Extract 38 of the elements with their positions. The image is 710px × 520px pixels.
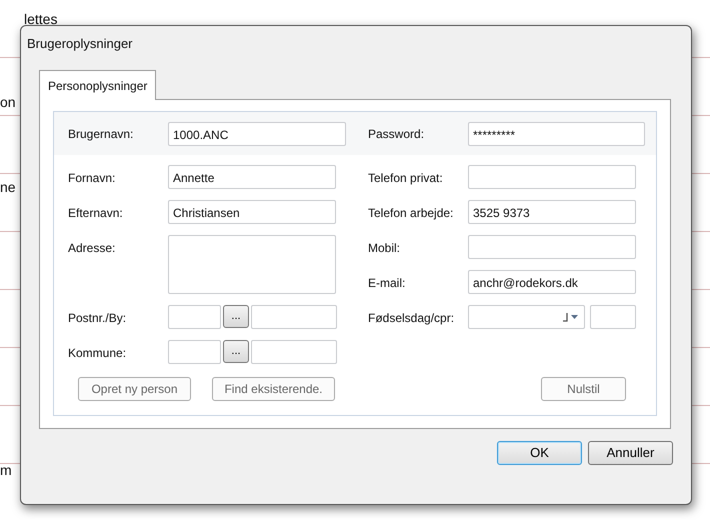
date-picker[interactable] [468,305,585,329]
field-label: Adresse: [68,240,116,257]
cpr-field[interactable] [590,305,636,329]
background-text: on [0,93,16,112]
text-field[interactable] [468,235,636,259]
field-label: Telefon privat: [368,170,444,187]
code-field[interactable] [168,340,221,364]
background-text: ne [0,178,16,197]
text-field[interactable] [468,165,636,189]
field-label: Mobil: [368,240,402,257]
tab[interactable]: Personoplysninger [39,70,156,100]
text-field[interactable]: anchr@rodekors.dk [468,270,636,294]
name-field[interactable] [251,340,337,364]
name-field[interactable] [251,305,337,329]
background-text: lettes [24,10,58,29]
field-label: Brugernavn: [68,126,134,142]
field-label: Postnr./By: [68,310,128,327]
field-label: Fødselsdag/cpr: [368,310,456,327]
dialog-button[interactable]: OK [497,441,582,465]
password-field[interactable]: ********* [468,122,645,146]
dropdown-arrow-icon [562,312,580,322]
browse-button[interactable]: ... [223,340,249,363]
browse-button[interactable]: ... [223,305,249,328]
field-label: Kommune: [68,345,128,362]
window-title: Brugeroplysninger [26,35,134,53]
field-label: Efternavn: [68,205,124,222]
address-field[interactable] [168,235,336,294]
code-field[interactable] [168,305,221,329]
background-text: m [0,461,12,480]
field-label: Fornavn: [68,170,116,187]
text-field[interactable]: Christiansen [168,200,336,224]
field-label: E-mail: [368,275,406,292]
field-label: Password: [368,126,426,142]
text-field[interactable]: Annette [168,165,336,189]
username-field[interactable]: 1000.ANC [168,122,346,146]
field-label: Telefon arbejde: [368,205,454,222]
dialog-button[interactable]: Annuller [588,441,673,465]
text-field[interactable]: 3525 9373 [468,200,636,224]
